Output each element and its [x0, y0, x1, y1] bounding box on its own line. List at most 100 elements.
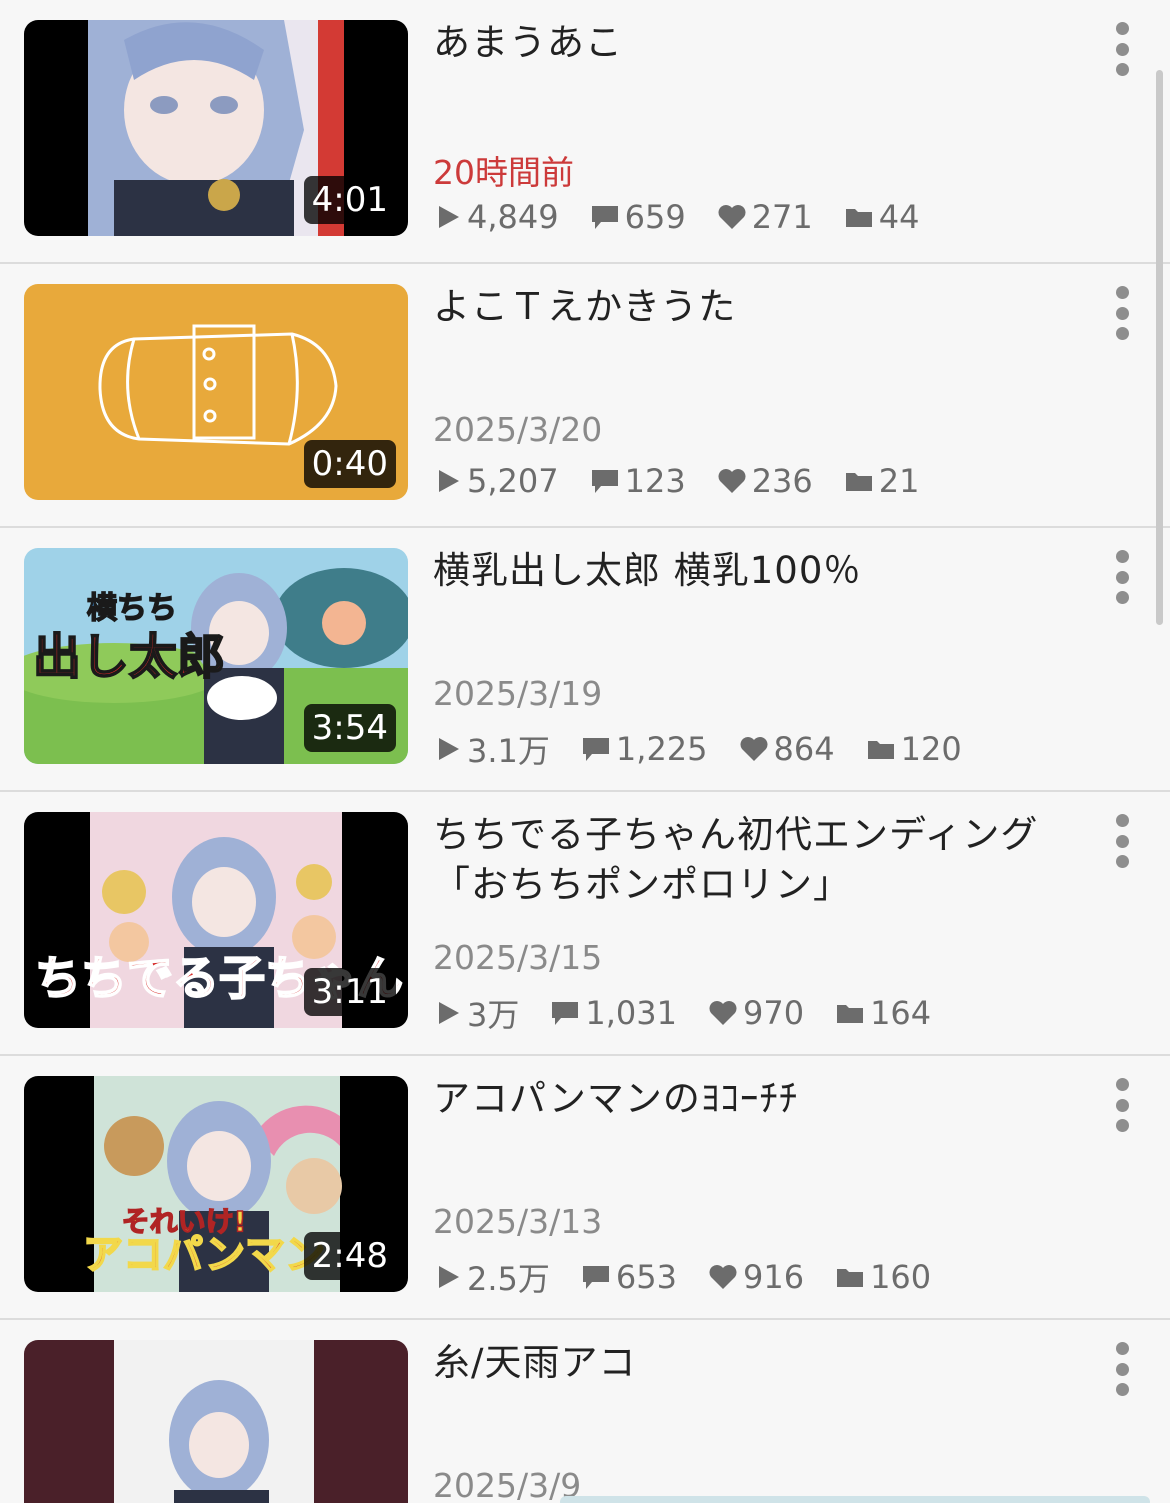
mylist-count-value: 164: [870, 994, 932, 1032]
folder-icon: [867, 741, 894, 759]
like-count: 916: [707, 1258, 804, 1296]
mylist-count: 21: [843, 462, 920, 500]
comment-count-value: 1,225: [615, 730, 708, 768]
video-row[interactable]: 糸/天雨アコ 2025/3/9: [0, 1320, 1170, 1503]
comment-icon: [591, 470, 618, 493]
comment-icon: [582, 738, 609, 761]
more-vert-icon[interactable]: [1102, 1342, 1142, 1396]
comment-count: 1,225: [580, 730, 708, 768]
thumbnail-image: [24, 1340, 408, 1503]
comment-icon: [552, 1002, 579, 1025]
view-count: 3.1万: [433, 726, 550, 772]
mylist-count: 164: [834, 994, 931, 1032]
video-thumbnail[interactable]: それいけ! アコパンマン 2:48: [24, 1076, 408, 1292]
like-count: 236: [716, 462, 813, 500]
video-list: 4:01 あまうあこ 20時間前 4,849 659 271 44 0:40 よ…: [0, 0, 1170, 1503]
video-duration: 3:54: [303, 704, 396, 752]
video-row[interactable]: 0:40 よこＴえかきうた 2025/3/20 5,207 123 236 21: [0, 264, 1170, 528]
view-count-value: 5,207: [467, 462, 559, 500]
comment-count-value: 653: [615, 1258, 677, 1296]
heart-icon: [740, 737, 768, 761]
mylist-count-value: 44: [878, 198, 920, 236]
bottom-overlay-bar: [560, 1496, 1150, 1503]
thumbnail-caption-main: 出し太郎: [33, 629, 225, 685]
video-duration: 4:01: [303, 176, 396, 224]
play-icon: [439, 206, 459, 228]
more-vert-icon[interactable]: [1102, 22, 1142, 76]
video-row[interactable]: それいけ! アコパンマン 2:48 アコパンマンのﾖｺｰﾁﾁ 2025/3/13…: [0, 1056, 1170, 1320]
scrollbar[interactable]: [1156, 70, 1163, 625]
video-stats: 5,207 123 236 21: [433, 462, 919, 500]
video-title[interactable]: あまうあこ: [433, 18, 1073, 68]
view-count-value: 4,849: [467, 198, 559, 236]
upload-date: 2025/3/19: [433, 674, 603, 713]
video-thumbnail[interactable]: 0:40: [24, 284, 408, 500]
like-count-value: 864: [773, 730, 835, 768]
comment-icon: [591, 206, 618, 229]
mylist-count-value: 21: [878, 462, 920, 500]
more-vert-icon[interactable]: [1102, 550, 1142, 604]
play-icon: [439, 470, 459, 492]
comment-count: 659: [589, 198, 686, 236]
play-icon: [439, 1266, 459, 1288]
video-stats: 3.1万 1,225 864 120: [433, 726, 962, 772]
like-count: 864: [738, 730, 835, 768]
comment-count-value: 659: [624, 198, 686, 236]
mylist-count: 44: [843, 198, 920, 236]
upload-date: 2025/3/9: [433, 1466, 582, 1503]
play-icon: [439, 1002, 459, 1024]
video-title[interactable]: ちちでる子ちゃん初代エンディング「おちちポンポロリン」: [433, 810, 1073, 910]
comment-count-value: 123: [624, 462, 686, 500]
view-count-value: 2.5万: [467, 1260, 550, 1298]
heart-icon: [709, 1265, 737, 1289]
comment-count: 1,031: [549, 994, 677, 1032]
folder-icon: [845, 209, 872, 227]
more-vert-icon[interactable]: [1102, 814, 1142, 868]
like-count-value: 271: [751, 198, 813, 236]
video-duration: 0:40: [303, 440, 396, 488]
video-thumbnail[interactable]: 横ちち 出し太郎 3:54: [24, 548, 408, 764]
video-row[interactable]: 4:01 あまうあこ 20時間前 4,849 659 271 44: [0, 0, 1170, 264]
comment-count: 123: [589, 462, 686, 500]
view-count: 5,207: [433, 462, 559, 500]
video-duration: 3:11: [303, 968, 396, 1016]
video-row[interactable]: ちちでる子ちゃん 3:11 ちちでる子ちゃん初代エンディング「おちちポンポロリン…: [0, 792, 1170, 1056]
view-count-value: 3.1万: [467, 732, 550, 770]
upload-date: 2025/3/20: [433, 410, 603, 449]
like-count: 970: [707, 994, 804, 1032]
video-thumbnail[interactable]: [24, 1340, 408, 1503]
comment-count: 653: [580, 1258, 677, 1296]
video-thumbnail[interactable]: 4:01: [24, 20, 408, 236]
upload-date: 2025/3/15: [433, 938, 603, 977]
thumbnail-caption-top: 横ちち: [87, 591, 177, 626]
mylist-count-value: 160: [870, 1258, 932, 1296]
heart-icon: [718, 469, 746, 493]
more-vert-icon[interactable]: [1102, 286, 1142, 340]
mylist-count: 160: [834, 1258, 931, 1296]
video-stats: 2.5万 653 916 160: [433, 1254, 931, 1300]
video-row[interactable]: 横ちち 出し太郎 3:54 横乳出し太郎 横乳100％ 2025/3/19 3.…: [0, 528, 1170, 792]
like-count: 271: [716, 198, 813, 236]
video-stats: 3万 1,031 970 164: [433, 990, 931, 1036]
mylist-count: 120: [865, 730, 962, 768]
folder-icon: [837, 1269, 864, 1287]
view-count: 4,849: [433, 198, 559, 236]
like-count-value: 916: [742, 1258, 805, 1296]
play-icon: [439, 738, 459, 760]
upload-date: 20時間前: [433, 153, 574, 192]
comment-icon: [582, 1266, 609, 1289]
folder-icon: [837, 1005, 864, 1023]
more-vert-icon[interactable]: [1102, 1078, 1142, 1132]
view-count-value: 3万: [467, 996, 520, 1034]
video-title[interactable]: 横乳出し太郎 横乳100％: [433, 546, 1073, 596]
view-count: 2.5万: [433, 1254, 550, 1300]
video-title[interactable]: 糸/天雨アコ: [433, 1338, 1073, 1388]
folder-icon: [845, 473, 872, 491]
heart-icon: [709, 1001, 737, 1025]
video-title[interactable]: よこＴえかきうた: [433, 282, 1073, 332]
video-title[interactable]: アコパンマンのﾖｺｰﾁﾁ: [433, 1074, 1073, 1124]
video-stats: 4,849 659 271 44: [433, 198, 919, 236]
mylist-count-value: 120: [900, 730, 962, 768]
view-count: 3万: [433, 990, 519, 1036]
video-thumbnail[interactable]: ちちでる子ちゃん 3:11: [24, 812, 408, 1028]
